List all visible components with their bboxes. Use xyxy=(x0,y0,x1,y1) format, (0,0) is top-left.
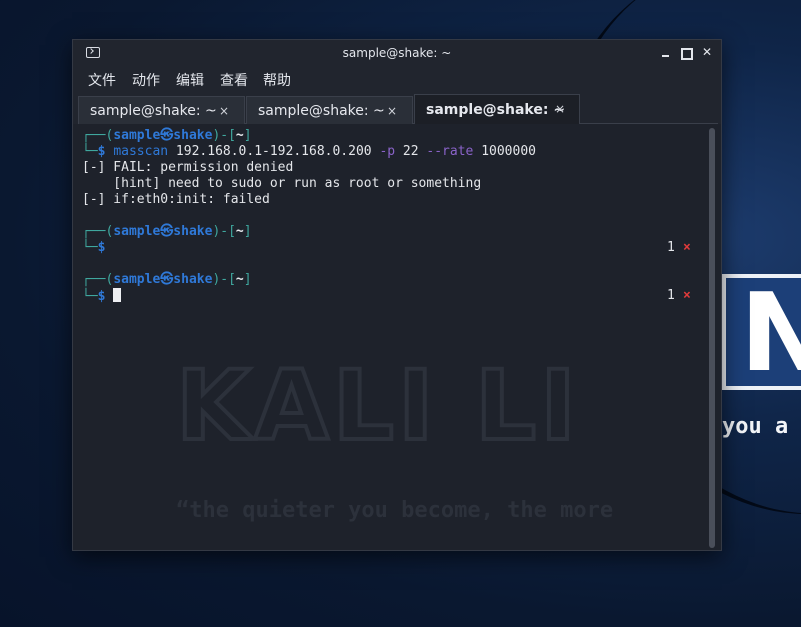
wallpaper-quote-ghost: “the quieter you become, the more xyxy=(176,498,614,523)
tab-label: sample@shake: ~ xyxy=(90,103,217,119)
tab-3-active[interactable]: sample@shake: ~ × xyxy=(414,94,580,125)
wallpaper-logo-letter: N xyxy=(740,271,801,396)
menu-actions[interactable]: 动作 xyxy=(132,70,160,90)
prompt-line-top: ┌──(sample㉿shake)-[~] xyxy=(82,224,252,239)
exit-status-code: 1 xyxy=(667,288,675,303)
tab-2[interactable]: sample@shake: ~ × xyxy=(246,96,413,125)
prompt-line-bottom: └─$ xyxy=(82,240,106,255)
menu-edit[interactable]: 编辑 xyxy=(176,70,204,90)
tab-close-icon[interactable]: × xyxy=(219,104,229,118)
tab-close-icon[interactable]: × xyxy=(555,102,565,116)
window-title: sample@shake: ~ xyxy=(342,46,452,60)
tab-1[interactable]: sample@shake: ~ × xyxy=(78,96,245,125)
menu-help[interactable]: 帮助 xyxy=(263,70,291,90)
exit-status-error-icon: × xyxy=(683,288,691,303)
close-window-button[interactable]: ✕ xyxy=(700,45,714,59)
prompt-line-top: ┌──(sample㉿shake)-[~] xyxy=(82,272,252,287)
menu-bar: 文件 动作 编辑 查看 帮助 xyxy=(73,66,721,93)
tab-bar: sample@shake: ~ × sample@shake: ~ × samp… xyxy=(78,94,718,125)
terminal-output-area[interactable]: KALI LI “the quieter you become, the mor… xyxy=(73,124,721,550)
maximize-button[interactable] xyxy=(678,45,693,60)
minimize-button[interactable] xyxy=(659,45,673,59)
output-line: [hint] need to sudo or run as root or so… xyxy=(82,176,482,191)
output-line: [-] FAIL: permission denied xyxy=(82,160,294,175)
prompt-line-top: ┌──(sample㉿shake)-[~] xyxy=(82,128,252,143)
exit-status-error-icon: × xyxy=(683,240,691,255)
tab-close-icon[interactable]: × xyxy=(387,104,397,118)
tab-label: sample@shake: ~ xyxy=(426,102,566,118)
text-cursor xyxy=(113,288,122,302)
command-line: └─$ masscan 192.168.0.1-192.168.0.200 -p… xyxy=(82,144,536,159)
menu-file[interactable]: 文件 xyxy=(88,70,116,90)
exit-status-code: 1 xyxy=(667,240,675,255)
wallpaper-quote-visible: you a xyxy=(722,414,789,439)
wallpaper-logo-ghost: KALI LI xyxy=(174,348,580,464)
tab-label: sample@shake: ~ xyxy=(258,103,385,119)
title-bar[interactable]: sample@shake: ~ ✕ xyxy=(73,40,721,66)
vertical-scrollbar[interactable] xyxy=(709,128,715,548)
terminal-window[interactable]: sample@shake: ~ ✕ 文件 动作 编辑 查看 帮助 sample@… xyxy=(72,39,722,551)
active-prompt-line[interactable]: └─$ xyxy=(82,288,122,304)
menu-view[interactable]: 查看 xyxy=(220,70,248,90)
output-line: [-] if:eth0:init: failed xyxy=(82,192,270,207)
